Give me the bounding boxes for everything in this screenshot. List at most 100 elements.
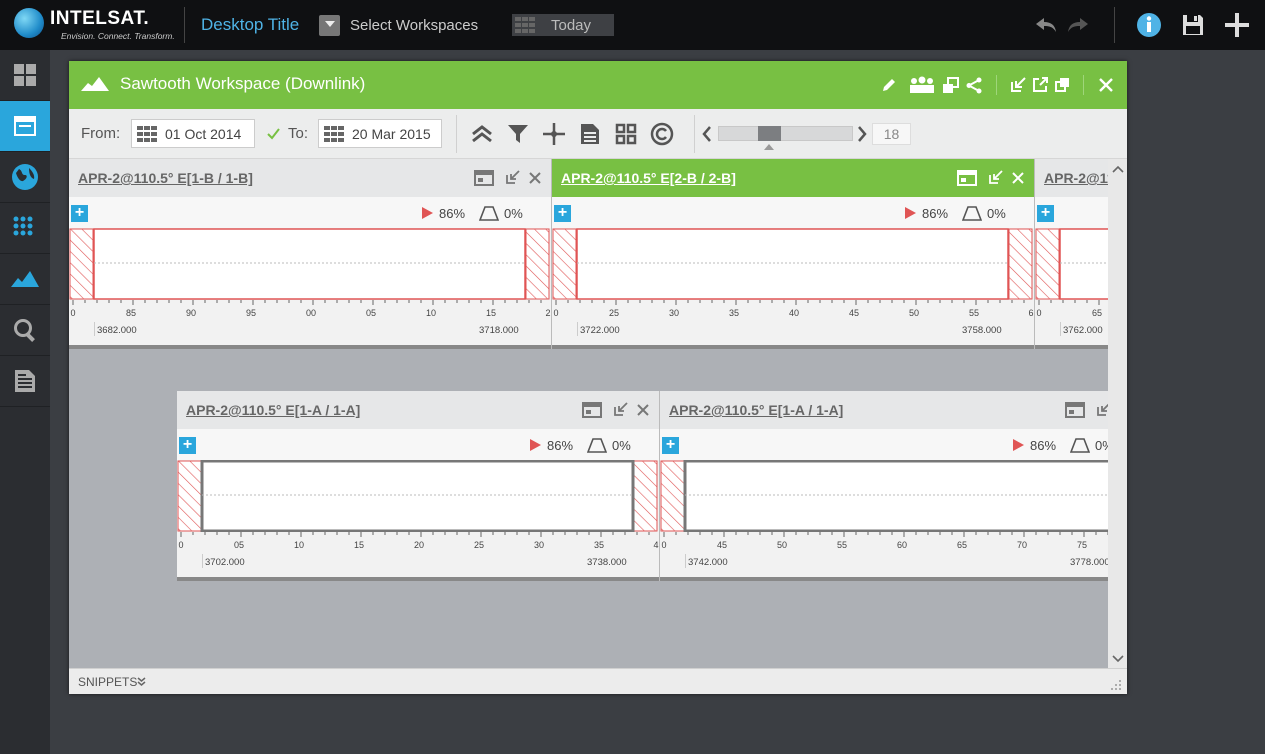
panel-header[interactable]: APR-2@110.5° E[2-B / 2-B] xyxy=(552,159,1034,197)
power-percent: 86% xyxy=(1030,438,1057,453)
share-icon[interactable] xyxy=(966,77,983,94)
panel-header[interactable]: APR-2@110.5° E[1-A / 1-A] xyxy=(177,391,659,429)
sawtooth-chart[interactable] xyxy=(552,228,1034,300)
timeline-slider-handle[interactable] xyxy=(758,126,781,141)
to-date-checkbox-icon[interactable] xyxy=(266,127,280,141)
sawtooth-chart[interactable] xyxy=(69,228,551,300)
frequency-end: 3758.000 xyxy=(962,325,1002,336)
add-carrier-button[interactable]: + xyxy=(662,437,679,454)
panel-title[interactable]: APR-2@110.5° E[3-B / 3-B] xyxy=(1044,170,1108,186)
transponder-band xyxy=(683,459,1108,533)
guard-band-left xyxy=(1035,228,1060,300)
frequency-axis: 0 65 3762.000 xyxy=(1035,300,1108,349)
info-icon[interactable] xyxy=(1134,10,1164,40)
calendar-grid-icon xyxy=(324,125,344,142)
desktop-title[interactable]: Desktop Title xyxy=(201,15,299,35)
panel-title[interactable]: APR-2@110.5° E[1-A / 1-A] xyxy=(669,402,843,418)
from-label: From: xyxy=(81,125,121,142)
snippets-bar[interactable]: SNIPPETS xyxy=(69,668,1127,694)
tile-view-button[interactable] xyxy=(613,121,639,147)
close-panel-icon[interactable] xyxy=(529,172,541,184)
collapse-all-button[interactable] xyxy=(469,121,495,147)
transponder-panel[interactable]: APR-2@110.5° E[1-A / 1-A] + 86% 0% 0 45 50… xyxy=(660,391,1108,581)
edit-pencil-icon[interactable] xyxy=(881,77,897,93)
panel-layout-icon[interactable] xyxy=(1065,402,1085,418)
dropdown-toggle-icon[interactable] xyxy=(319,14,340,36)
add-carrier-button[interactable]: + xyxy=(554,205,571,222)
minimize-panel-icon[interactable] xyxy=(989,170,1003,184)
panel-header[interactable]: APR-2@110.5° E[1-B / 1-B] xyxy=(69,159,551,197)
select-workspaces-dropdown[interactable]: Select Workspaces xyxy=(319,14,478,36)
trapezoid-icon xyxy=(1070,438,1090,453)
add-carrier-button[interactable]: + xyxy=(179,437,196,454)
panel-header[interactable]: APR-2@110.5° E[1-A / 1-A] xyxy=(660,391,1108,429)
sawtooth-chart[interactable] xyxy=(1035,228,1108,300)
axis-tick-label: 45 xyxy=(848,308,860,318)
crosshair-button[interactable] xyxy=(541,121,567,147)
to-date-value: 20 Mar 2015 xyxy=(352,125,431,142)
axis-marker xyxy=(577,322,578,336)
sidebar-item-reports[interactable] xyxy=(0,356,50,407)
panel-header[interactable]: APR-2@110.5° E[3-B / 3-B] xyxy=(1035,159,1108,197)
panel-layout-icon[interactable] xyxy=(582,402,602,418)
logo-tagline: Envision. Connect. Transform. xyxy=(61,31,175,41)
intelsat-logo[interactable]: INTELSAT. Envision. Connect. Transform. xyxy=(14,6,184,44)
sidebar-item-carriers[interactable] xyxy=(0,203,50,254)
chevron-right-icon[interactable] xyxy=(857,126,867,142)
sidebar-item-globe[interactable] xyxy=(0,152,50,203)
from-date-picker[interactable]: 01 Oct 2014 xyxy=(131,119,255,148)
panel-title[interactable]: APR-2@110.5° E[1-B / 1-B] xyxy=(78,170,253,186)
add-carrier-button[interactable]: + xyxy=(1037,205,1054,222)
sawtooth-panels-area: APR-2@110.5° E[1-B / 1-B] + 86% 0% 0 85 90… xyxy=(69,159,1108,668)
sidebar-item-search[interactable] xyxy=(0,305,50,356)
save-icon[interactable] xyxy=(1178,10,1208,40)
undo-icon[interactable] xyxy=(1031,10,1061,40)
add-icon[interactable] xyxy=(1222,10,1252,40)
panel-bottom-border xyxy=(552,345,1034,349)
axis-tick-label: 95 xyxy=(245,308,257,318)
redo-icon[interactable] xyxy=(1063,10,1093,40)
scroll-down-arrow-icon xyxy=(1112,655,1124,663)
panel-title[interactable]: APR-2@110.5° E[1-A / 1-A] xyxy=(186,402,360,418)
sawtooth-chart[interactable] xyxy=(660,459,1108,533)
panel-title[interactable]: APR-2@110.5° E[2-B / 2-B] xyxy=(561,170,736,186)
popout-window-icon[interactable] xyxy=(1033,77,1048,92)
double-chevron-down-icon[interactable] xyxy=(137,677,146,687)
sawtooth-chart[interactable] xyxy=(177,459,659,533)
sidebar-item-workspace[interactable] xyxy=(0,101,50,152)
transponder-panel[interactable]: APR-2@110.5° E[1-B / 1-B] + 86% 0% 0 85 90… xyxy=(69,159,552,349)
sawtooth-icon xyxy=(11,271,39,287)
panel-layout-icon[interactable] xyxy=(474,170,494,186)
sidebar-item-dashboard[interactable] xyxy=(0,50,50,101)
filter-button[interactable] xyxy=(505,121,531,147)
minimize-panel-icon[interactable] xyxy=(1097,402,1108,416)
restore-window-icon[interactable] xyxy=(1055,77,1070,92)
divider xyxy=(456,115,457,153)
resize-grip-icon[interactable] xyxy=(1110,679,1122,691)
chevron-left-icon[interactable] xyxy=(702,126,712,142)
close-panel-icon[interactable] xyxy=(637,404,649,416)
to-date-picker[interactable]: 20 Mar 2015 xyxy=(318,119,442,148)
logo-name: INTELSAT. xyxy=(50,8,150,29)
slider-value-box[interactable]: 18 xyxy=(872,123,911,145)
list-view-button[interactable] xyxy=(577,121,603,147)
minimize-window-icon[interactable] xyxy=(1011,77,1026,92)
cascade-windows-icon[interactable] xyxy=(942,77,959,94)
copyright-button[interactable] xyxy=(649,121,675,147)
today-label: Today xyxy=(551,16,592,34)
transponder-panel[interactable]: APR-2@110.5° E[3-B / 3-B] + 86% 0% 0 65 37… xyxy=(1035,159,1108,349)
today-button[interactable]: Today xyxy=(512,14,614,36)
transponder-panel[interactable]: APR-2@110.5° E[1-A / 1-A] + 86% 0% 0 05 10… xyxy=(177,391,660,581)
minimize-panel-icon[interactable] xyxy=(614,402,628,416)
transponder-panel[interactable]: APR-2@110.5° E[2-B / 2-B] + 86% 0% 0 25 30… xyxy=(552,159,1035,349)
close-icon[interactable] xyxy=(1099,78,1113,92)
workspace-header[interactable]: Sawtooth Workspace (Downlink) xyxy=(69,61,1127,109)
panel-layout-icon[interactable] xyxy=(957,170,977,186)
group-icon[interactable] xyxy=(909,76,935,94)
sidebar-item-sawtooth[interactable] xyxy=(0,254,50,305)
timeline-slider-track[interactable] xyxy=(718,126,853,141)
vertical-scrollbar[interactable] xyxy=(1108,159,1127,668)
minimize-panel-icon[interactable] xyxy=(506,170,520,184)
add-carrier-button[interactable]: + xyxy=(71,205,88,222)
close-panel-icon[interactable] xyxy=(1012,172,1024,184)
